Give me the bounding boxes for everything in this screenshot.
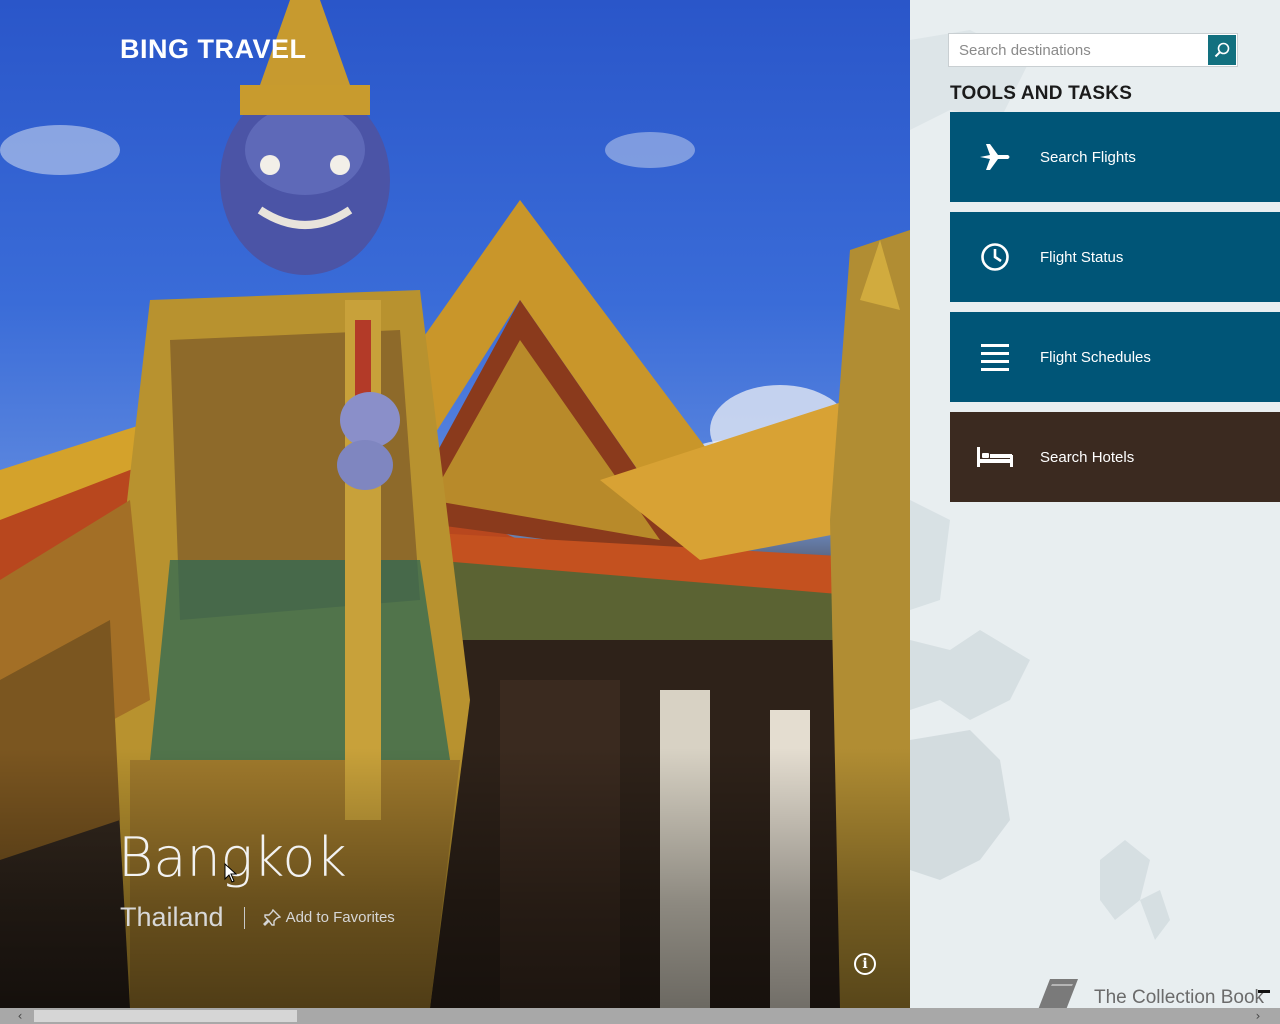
travel-app: BING TRAVEL Bangkok Thailand Add to Favo… (0, 0, 1280, 1024)
bed-icon (950, 412, 1040, 502)
horizontal-scrollbar[interactable]: ‹ › (0, 1008, 1280, 1024)
add-to-favorites-button[interactable]: Add to Favorites (262, 908, 395, 927)
destination-meta: Thailand Add to Favorites (120, 902, 395, 933)
search-icon (1214, 42, 1230, 58)
minimize-mark[interactable] (1258, 990, 1270, 993)
list-icon (950, 312, 1040, 402)
destination-hero: BING TRAVEL Bangkok Thailand Add to Favo… (0, 0, 910, 1008)
scroll-right-arrow-icon[interactable]: › (1250, 1008, 1266, 1024)
scroll-left-arrow-icon[interactable]: ‹ (12, 1008, 28, 1024)
search-input[interactable] (949, 34, 1207, 66)
pin-icon (262, 908, 281, 926)
search-flights-label: Search Flights (1040, 148, 1136, 166)
search-hotels-label: Search Hotels (1040, 448, 1135, 466)
collection-book-label: The Collection Book (1094, 987, 1265, 1008)
flight-status-tile[interactable]: Flight Status (950, 212, 1280, 302)
clock-icon (950, 212, 1040, 302)
add-to-favorites-label: Add to Favorites (285, 909, 395, 926)
meta-divider (243, 906, 245, 929)
search-box (948, 33, 1238, 67)
search-button[interactable] (1208, 35, 1236, 65)
flight-schedules-label: Flight Schedules (1040, 348, 1151, 366)
scrollbar-thumb[interactable] (34, 1010, 297, 1022)
flight-schedules-tile[interactable]: Flight Schedules (950, 312, 1280, 402)
mouse-cursor-icon (224, 863, 238, 883)
tools-heading: TOOLS AND TASKS (950, 83, 1133, 104)
collection-book-link[interactable]: The Collection Book (1028, 975, 1264, 1008)
destination-country: Thailand (120, 902, 224, 932)
search-flights-tile[interactable]: Search Flights (950, 112, 1280, 202)
book-icon (1038, 979, 1078, 1008)
airplane-icon (950, 112, 1040, 202)
info-icon[interactable]: i (854, 953, 876, 975)
app-title: BING TRAVEL (120, 34, 307, 64)
search-hotels-tile[interactable]: Search Hotels (950, 412, 1280, 502)
tools-panel: TOOLS AND TASKS Search Flights Flight St… (910, 0, 1280, 1008)
flight-status-label: Flight Status (1040, 248, 1124, 266)
